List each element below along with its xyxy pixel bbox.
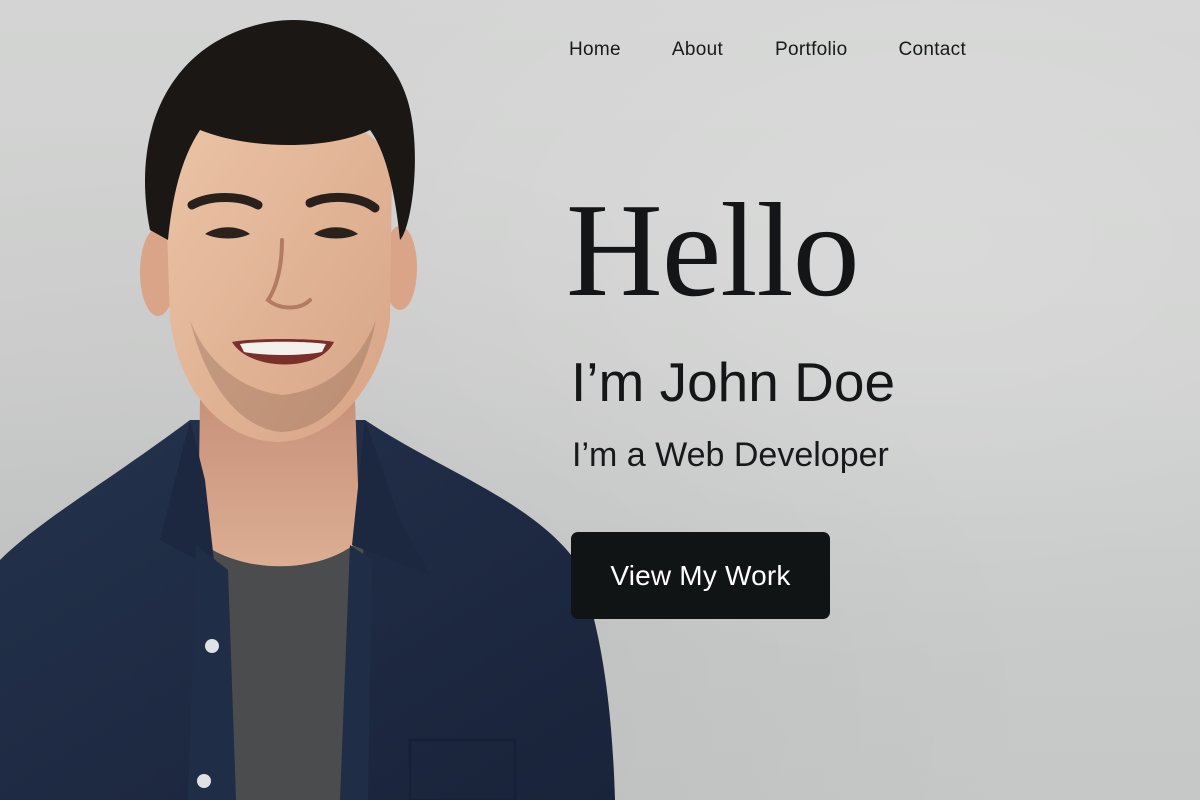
hero-name: I’m John Doe	[571, 351, 896, 413]
profile-photo	[0, 20, 615, 800]
nav-link-home[interactable]: Home	[569, 36, 621, 64]
nav-link-about[interactable]: About	[672, 36, 723, 64]
nav-link-portfolio[interactable]: Portfolio	[775, 36, 847, 64]
hero-greeting: Hello	[566, 176, 860, 324]
main-nav: Home About Portfolio Contact	[569, 36, 966, 64]
nav-link-contact[interactable]: Contact	[898, 36, 966, 64]
hero-role: I’m a Web Developer	[572, 436, 889, 474]
view-my-work-button[interactable]: View My Work	[571, 532, 830, 619]
